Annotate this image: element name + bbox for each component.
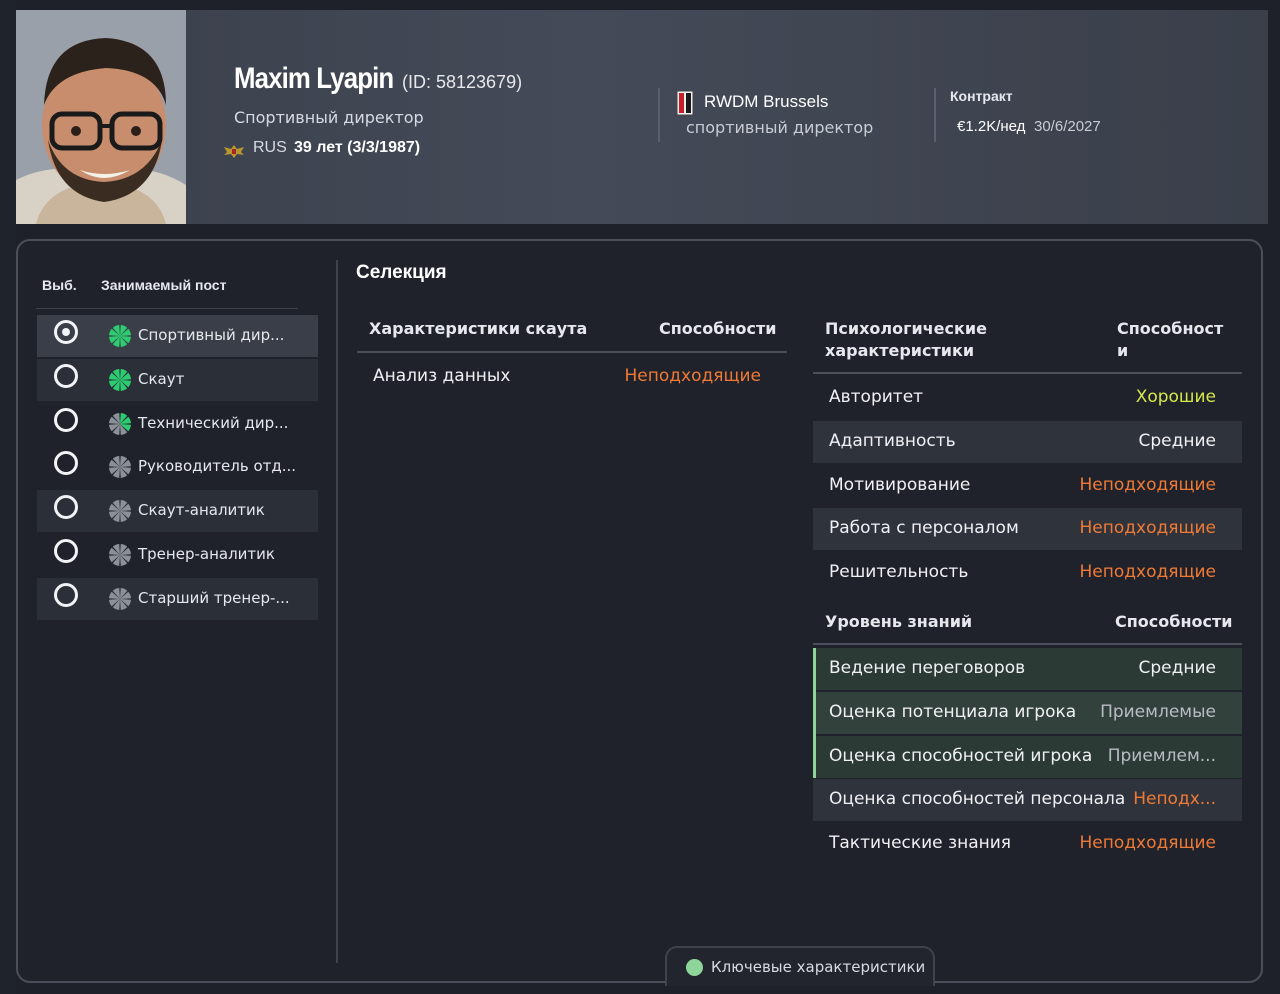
attribute-row[interactable]: Работа с персоналом Неподходящие: [813, 508, 1242, 551]
attribute-row[interactable]: Ведение переговоров Средние: [813, 648, 1242, 690]
role-row[interactable]: Скаут-аналитик: [37, 490, 318, 533]
role-row[interactable]: Скаут: [37, 358, 318, 401]
col-header-select: Выб.: [42, 277, 77, 293]
header-divider: [934, 88, 936, 142]
age-dob: 39 лет (3/3/1987): [294, 139, 421, 156]
role-label: Спортивный дир...: [138, 326, 285, 344]
scout-col-header-ability[interactable]: Способности: [659, 318, 776, 340]
knowledge-col-header-ability[interactable]: Способности: [1115, 611, 1232, 633]
russia-coat-of-arms-icon: [224, 145, 244, 158]
attribute-row[interactable]: Оценка способностей игрока Приемлем...: [813, 735, 1242, 778]
attribute-row[interactable]: Оценка потенциала игрока Приемлемые: [813, 691, 1242, 734]
mental-col-header-ability[interactable]: Способности: [1117, 318, 1227, 362]
scout-col-header-attr[interactable]: Характеристики скаута: [369, 318, 587, 340]
mental-header-line: [813, 372, 1242, 374]
contract-label: Контракт: [950, 88, 1013, 104]
attribute-rating: Неподходящие: [624, 366, 761, 386]
knowledge-header-line: [813, 643, 1242, 645]
attribute-row[interactable]: Адаптивность Средние: [813, 420, 1242, 463]
key-attribute-bar: [813, 648, 816, 778]
attribute-name: Оценка способностей игрока: [829, 745, 1093, 766]
attribute-rating: Неподходящие: [1079, 833, 1216, 854]
key-attribute-dot-icon: [686, 959, 703, 976]
person-id: (ID: 58123679): [402, 72, 523, 92]
role-row[interactable]: Руководитель отд...: [37, 446, 318, 488]
radio-empty-icon[interactable]: [54, 582, 78, 607]
role-suitability-icon: [109, 412, 131, 435]
radio-selected-icon[interactable]: [54, 320, 78, 344]
column-divider: [336, 260, 338, 963]
scout-header-line: [357, 351, 787, 353]
role-row[interactable]: Спортивный дир...: [37, 315, 318, 357]
attribute-name: Оценка потенциала игрока: [829, 701, 1077, 722]
attribute-name: Мотивирование: [829, 474, 971, 495]
attribute-rating: Неподходящие: [1079, 562, 1216, 583]
header-divider: [658, 88, 660, 142]
attribute-rating: Неподх...: [1133, 789, 1216, 810]
role-label: Тренер-аналитик: [138, 545, 275, 563]
role-suitability-icon: [109, 500, 131, 523]
role-label: Скаут: [138, 369, 185, 388]
attribute-row[interactable]: Мотивирование Неподходящие: [813, 465, 1242, 507]
role-label: Технический дир...: [138, 413, 289, 432]
role-suitability-icon: [109, 456, 131, 479]
roles-header-line: [36, 308, 298, 309]
legend-label: Ключевые характеристики: [711, 958, 926, 976]
attribute-row[interactable]: Тактические знания Неподходящие: [813, 823, 1242, 865]
role-row[interactable]: Технический дир...: [37, 403, 318, 445]
person-photo: [16, 10, 186, 224]
person-name: Maxim Lyapin: [234, 62, 394, 95]
attribute-name: Решительность: [829, 562, 969, 583]
contract-wage: €1.2K/нед: [957, 118, 1026, 135]
role-row[interactable]: Тренер-аналитик: [37, 534, 318, 576]
attribute-row[interactable]: Оценка способностей персонала Неподх...: [813, 779, 1242, 822]
contract-expiry: 30/6/2027: [1034, 118, 1101, 135]
nationality[interactable]: RUS: [253, 139, 287, 157]
role-suitability-icon: [109, 368, 131, 391]
radio-empty-icon[interactable]: [54, 407, 78, 432]
radio-empty-icon[interactable]: [54, 363, 78, 388]
attribute-name: Ведение переговоров: [829, 658, 1026, 678]
attribute-name: Авторитет: [829, 387, 924, 407]
attribute-row[interactable]: Решительность Неподходящие: [813, 552, 1242, 594]
club-name[interactable]: RWDM Brussels: [704, 92, 828, 112]
rwdm-club-badge-icon[interactable]: [676, 90, 694, 116]
attribute-rating: Средние: [1138, 658, 1217, 678]
role-suitability-icon: [109, 587, 131, 610]
profile-header: Maxim Lyapin (ID: 58123679) Спортивный д…: [16, 10, 1268, 224]
role-label: Старший тренер-...: [138, 588, 290, 607]
person-role: Спортивный директор: [234, 108, 424, 127]
mental-col-header-attr[interactable]: Психологические характеристики: [825, 318, 1005, 362]
section-title: Селекция: [356, 262, 447, 283]
role-suitability-icon: [109, 544, 131, 566]
role-label: Руководитель отд...: [138, 457, 297, 476]
attribute-rating: Приемлем...: [1107, 745, 1216, 766]
attribute-rating: Хорошие: [1135, 387, 1216, 407]
attribute-name: Работа с персоналом: [829, 518, 1019, 539]
attribute-rating: Приемлемые: [1100, 701, 1216, 722]
window-edge: [0, 0, 16, 994]
attribute-rating: Неподходящие: [1079, 518, 1216, 539]
col-header-position: Занимаемый пост: [101, 277, 227, 293]
role-suitability-icon: [109, 325, 131, 347]
club-role: спортивный директор: [686, 118, 874, 137]
attribute-row[interactable]: Авторитет Хорошие: [813, 377, 1242, 419]
attribute-rating: Неподходящие: [1079, 474, 1216, 495]
radio-empty-icon[interactable]: [54, 451, 78, 476]
radio-empty-icon[interactable]: [54, 495, 78, 520]
attribute-name: Анализ данных: [373, 366, 511, 386]
key-attributes-legend[interactable]: Ключевые характеристики: [665, 946, 935, 986]
radio-empty-icon[interactable]: [54, 539, 78, 563]
attribute-name: Оценка способностей персонала: [829, 789, 1126, 810]
attribute-row[interactable]: Анализ данных Неподходящие: [357, 356, 787, 398]
role-row[interactable]: Старший тренер-...: [37, 577, 318, 620]
role-label: Скаут-аналитик: [138, 501, 265, 520]
attribute-name: Тактические знания: [829, 833, 1012, 854]
knowledge-col-header-attr[interactable]: Уровень знаний: [825, 611, 972, 633]
attribute-rating: Средние: [1138, 430, 1217, 451]
attribute-name: Адаптивность: [829, 430, 956, 451]
